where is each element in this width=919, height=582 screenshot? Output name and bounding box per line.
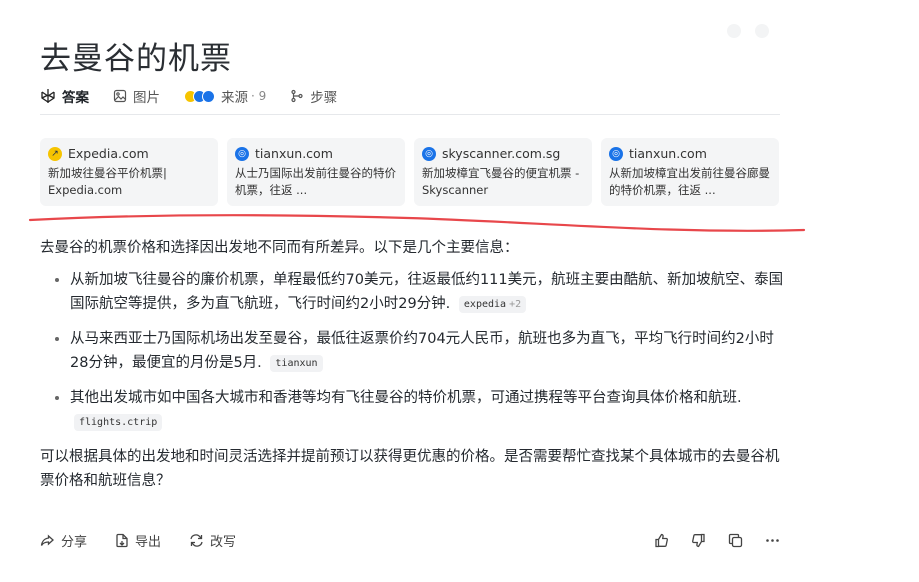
globe-logo-icon: ◎ bbox=[609, 146, 623, 161]
source-title: 从新加坡樟宜出发前往曼谷廊曼的特价机票，往返 ... bbox=[609, 166, 770, 197]
share-thread-icon[interactable] bbox=[727, 24, 741, 38]
tab-steps[interactable]: 步骤 bbox=[290, 84, 337, 108]
source-card[interactable]: ◎ tianxun.com 从士乃国际出发前往曼谷的特价机票，往返 ... bbox=[227, 138, 405, 206]
source-site: Expedia.com bbox=[68, 146, 149, 161]
thumbs-up-icon[interactable] bbox=[654, 533, 669, 548]
skyscanner-logo-icon: ◎ bbox=[422, 146, 436, 161]
export-label: 导出 bbox=[135, 534, 162, 550]
tab-images[interactable]: 图片 bbox=[113, 84, 160, 108]
rewrite-label: 改写 bbox=[210, 534, 237, 550]
tab-label: 步骤 bbox=[310, 90, 338, 106]
source-card-header: ◎ tianxun.com bbox=[609, 146, 771, 161]
feedback-actions bbox=[654, 533, 780, 548]
export-icon bbox=[116, 533, 128, 547]
share-button[interactable]: 分享 bbox=[40, 531, 87, 550]
tab-answer[interactable]: 答案 bbox=[40, 84, 89, 108]
bullet-text: 其他出发城市如中国各大城市和香港等均有飞往曼谷的特价机票，可通过携程等平台查询具… bbox=[70, 390, 742, 406]
list-item: 其他出发城市如中国各大城市和香港等均有飞往曼谷的特价机票，可通过携程等平台查询具… bbox=[70, 386, 785, 434]
source-card-header: ◎ skyscanner.com.sg bbox=[422, 146, 584, 161]
citation-extra-count: +2 bbox=[509, 299, 522, 310]
answer-action-bar: 分享 导出 改写 bbox=[40, 528, 780, 552]
citation-badge[interactable]: tianxun bbox=[270, 355, 323, 372]
tab-sources[interactable]: 来源 · 9 bbox=[184, 84, 266, 108]
share-icon bbox=[40, 534, 54, 546]
source-cards: ↗ Expedia.com 新加坡往曼谷平价机票| Expedia.com ◎ … bbox=[40, 138, 779, 206]
more-icon[interactable] bbox=[765, 533, 780, 548]
answer-bullet-list: 从新加坡飞往曼谷的廉价机票，单程最低约70美元，往返最低约111美元，航班主要由… bbox=[40, 268, 785, 434]
export-button[interactable]: 导出 bbox=[115, 531, 161, 550]
thumbs-down-icon[interactable] bbox=[691, 533, 706, 548]
answer-closing: 可以根据具体的出发地和时间灵活选择并提前预订以获得更优惠的价格。是否需要帮忙查找… bbox=[40, 449, 780, 489]
share-label: 分享 bbox=[61, 534, 88, 550]
citation-label: expedia bbox=[463, 299, 507, 310]
source-card-header: ◎ tianxun.com bbox=[235, 146, 397, 161]
top-right-controls bbox=[727, 24, 769, 38]
answer-intro: 去曼谷的机票价格和选择因出发地不同而有所差异。以下是几个主要信息： bbox=[40, 240, 519, 256]
source-title: 新加坡往曼谷平价机票| Expedia.com bbox=[48, 166, 167, 197]
sources-count: · 9 bbox=[251, 89, 267, 103]
citation-label: tianxun bbox=[275, 358, 318, 369]
tab-label: 图片 bbox=[133, 90, 160, 106]
image-icon bbox=[113, 89, 127, 103]
citation-badge[interactable]: expedia +2 bbox=[458, 296, 527, 313]
red-annotation-underline bbox=[28, 214, 806, 232]
rewrite-icon bbox=[190, 533, 203, 547]
bullet-text: 从马来西亚士乃国际机场出发至曼谷，最低往返票价约704元人民币，航班也多为直飞，… bbox=[70, 331, 774, 371]
list-item: 从新加坡飞往曼谷的廉价机票，单程最低约70美元，往返最低约111美元，航班主要由… bbox=[70, 268, 785, 316]
source-card[interactable]: ◎ skyscanner.com.sg 新加坡樟宜飞曼谷的便宜机票 - Skys… bbox=[414, 138, 592, 206]
page-title: 去曼谷的机票 bbox=[40, 40, 232, 77]
source-card[interactable]: ↗ Expedia.com 新加坡往曼谷平价机票| Expedia.com bbox=[40, 138, 218, 206]
result-tabs: 答案 图片 来源 · 9 步骤 bbox=[40, 78, 780, 115]
citation-label: flights.ctrip bbox=[79, 417, 158, 428]
globe-logo-icon: ◎ bbox=[235, 146, 249, 161]
bullet-text: 从新加坡飞往曼谷的廉价机票，单程最低约70美元，往返最低约111美元，航班主要由… bbox=[70, 272, 784, 312]
rewrite-button[interactable]: 改写 bbox=[189, 531, 236, 550]
source-title: 从士乃国际出发前往曼谷的特价机票，往返 ... bbox=[235, 166, 396, 197]
list-item: 从马来西亚士乃国际机场出发至曼谷，最低往返票价约704元人民币，航班也多为直飞，… bbox=[70, 327, 785, 375]
citation-badge[interactable]: flights.ctrip bbox=[74, 414, 163, 431]
perplexity-icon bbox=[40, 88, 56, 104]
tab-label: 来源 bbox=[221, 90, 248, 106]
source-title: 新加坡樟宜飞曼谷的便宜机票 - Skyscanner bbox=[422, 166, 580, 197]
answer-body: 去曼谷的机票价格和选择因出发地不同而有所差异。以下是几个主要信息： 从新加坡飞往… bbox=[40, 236, 785, 493]
expedia-logo-icon: ↗ bbox=[48, 146, 62, 161]
more-options-icon[interactable] bbox=[755, 24, 769, 38]
sources-icon bbox=[184, 89, 215, 103]
steps-icon bbox=[290, 89, 304, 103]
source-site: skyscanner.com.sg bbox=[442, 146, 561, 161]
tab-label: 答案 bbox=[62, 90, 89, 106]
source-site: tianxun.com bbox=[629, 146, 707, 161]
source-site: tianxun.com bbox=[255, 146, 333, 161]
copy-icon[interactable] bbox=[728, 533, 743, 548]
source-card-header: ↗ Expedia.com bbox=[48, 146, 210, 161]
source-card[interactable]: ◎ tianxun.com 从新加坡樟宜出发前往曼谷廊曼的特价机票，往返 ... bbox=[601, 138, 779, 206]
